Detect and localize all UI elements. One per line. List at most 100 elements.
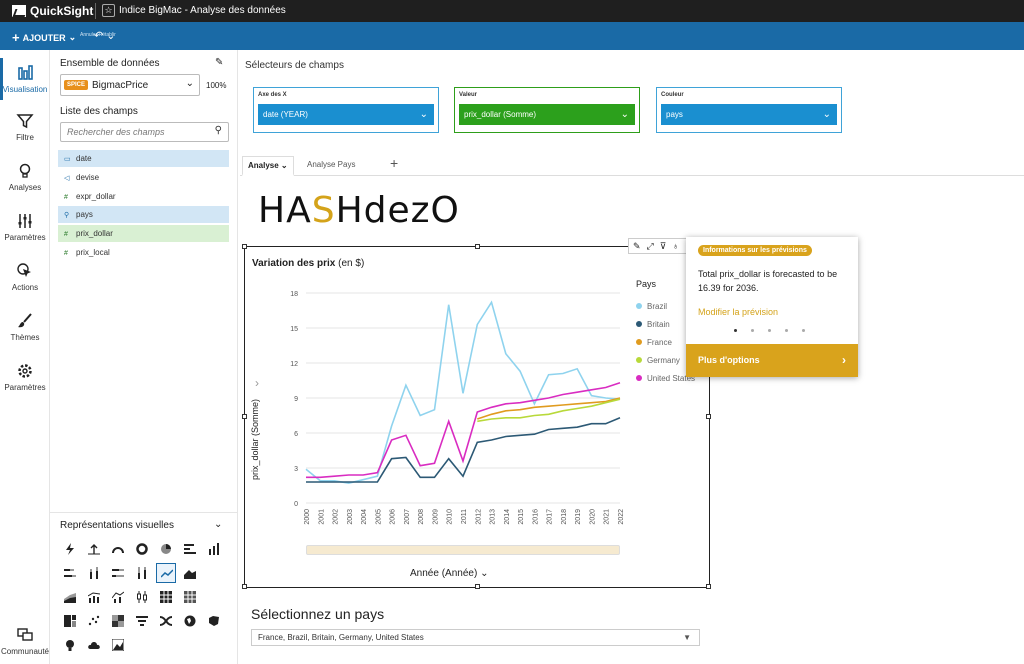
x-axis-field-select[interactable]: date (YEAR) ⌄ <box>258 104 434 125</box>
field-prix-local[interactable]: # prix_local <box>58 244 229 261</box>
filter-icon <box>16 112 34 130</box>
x-tick-label: 2000 <box>304 509 311 525</box>
x-tick-label: 2021 <box>604 509 611 525</box>
nav-parametres-2[interactable]: Paramètres <box>0 362 50 392</box>
hash-icon: # <box>64 231 68 238</box>
field-prix-dollar[interactable]: # prix_dollar <box>58 225 229 242</box>
dataset-select[interactable]: SPICE BigmacPrice ⌄ <box>60 74 200 96</box>
brand-text-end: HdezO <box>335 190 460 231</box>
page-dot[interactable] <box>751 329 754 332</box>
stacked-vbar-visual-icon[interactable] <box>84 563 104 583</box>
spice-badge: SPICE <box>64 80 89 90</box>
chevron-down-icon[interactable]: ⌄ <box>281 161 288 170</box>
filled-map-visual-icon[interactable] <box>204 611 224 631</box>
nav-themes[interactable]: Thèmes <box>0 312 50 342</box>
quicksight-logo-icon <box>12 5 26 17</box>
chevron-down-icon: ⌄ <box>822 109 831 120</box>
page-dot[interactable] <box>768 329 771 332</box>
field-pays[interactable]: ⚲ pays <box>58 206 229 223</box>
globe-map-visual-icon[interactable] <box>180 611 200 631</box>
series-line-britain <box>306 417 621 483</box>
word-cloud-visual-icon[interactable] <box>84 635 104 655</box>
stacked-100-hbar-visual-icon[interactable] <box>108 563 128 583</box>
chevron-right-icon[interactable]: › <box>255 376 259 390</box>
nav-communaute[interactable]: Communauté <box>0 626 50 656</box>
lightbulb-icon[interactable]: ♁ <box>672 241 679 251</box>
color-field-select[interactable]: pays ⌄ <box>661 104 837 125</box>
expand-icon[interactable]: ⤢ <box>647 241 654 252</box>
tab-analyse-pays[interactable]: Analyse Pays <box>302 156 360 173</box>
x-axis-field-value: date (YEAR) <box>263 110 308 119</box>
value-field-select[interactable]: prix_dollar (Somme) ⌄ <box>459 104 635 125</box>
more-options-button[interactable]: Plus d'options › <box>686 344 858 377</box>
kpi-visual-icon[interactable] <box>60 539 80 559</box>
custom-visual-icon[interactable] <box>108 635 128 655</box>
star-icon[interactable]: ☆ <box>102 4 115 17</box>
x-tick-label: 2016 <box>532 509 539 525</box>
country-filter-select[interactable]: France, Brazil, Britain, Germany, United… <box>251 629 700 646</box>
stacked-hbar-visual-icon[interactable] <box>60 563 80 583</box>
search-icon: ⚲ <box>214 125 222 136</box>
kpi-arrow-visual-icon[interactable] <box>84 539 104 559</box>
page-dot[interactable] <box>785 329 788 332</box>
nav-parametres[interactable]: Paramètres <box>0 212 50 242</box>
tab-analyse[interactable]: Analyse ⌄ <box>242 156 294 176</box>
pencil-icon[interactable]: ✎ <box>215 57 223 68</box>
field-expr-dollar[interactable]: # expr_dollar <box>58 188 229 205</box>
gauge-visual-icon[interactable] <box>108 539 128 559</box>
filter-icon[interactable]: ⊽ <box>660 241 667 252</box>
stacked-area-visual-icon[interactable] <box>60 587 80 607</box>
sankey-visual-icon[interactable] <box>156 611 176 631</box>
horizontal-bar-visual-icon[interactable] <box>180 539 200 559</box>
nav-label: Visualisation <box>2 85 48 94</box>
field-date[interactable]: ▭ date <box>58 150 229 167</box>
combo-line-visual-icon[interactable] <box>108 587 128 607</box>
value-well: Valeur prix_dollar (Somme) ⌄ <box>454 87 640 133</box>
caret-down-icon: ▼ <box>683 633 691 642</box>
brand-logo: HASHdezO <box>258 190 460 231</box>
legend-color-dot <box>636 321 642 327</box>
pivot-table-visual-icon[interactable] <box>156 587 176 607</box>
insight-visual-icon[interactable] <box>60 635 80 655</box>
x-tick-label: 2008 <box>418 509 425 525</box>
fields-title: Liste des champs <box>60 106 138 117</box>
area-chart-visual-icon[interactable] <box>180 563 200 583</box>
edit-icon[interactable]: ✎ <box>633 241 641 252</box>
nav-analyses[interactable]: Analyses <box>0 162 50 192</box>
sliders-icon <box>16 212 34 230</box>
quicksight-logo[interactable]: QuickSight <box>12 4 93 18</box>
edit-forecast-link[interactable]: Modifier la prévision <box>698 307 778 317</box>
boxplot-visual-icon[interactable] <box>132 587 152 607</box>
combo-chart-visual-icon[interactable] <box>84 587 104 607</box>
nav-visualisation[interactable]: Visualisation <box>0 58 50 100</box>
undo-redo-label: Annuler Rétablir <box>80 32 116 38</box>
chevron-down-icon[interactable]: ⌄ <box>214 519 222 530</box>
add-sheet-icon[interactable]: + <box>390 155 398 171</box>
funnel-visual-icon[interactable] <box>132 611 152 631</box>
pie-visual-icon[interactable] <box>156 539 176 559</box>
country-filter-value: France, Brazil, Britain, Germany, United… <box>258 633 424 642</box>
legend-color-dot <box>636 339 642 345</box>
field-devise[interactable]: ◁ devise <box>58 169 229 186</box>
nav-filtre[interactable]: Filtre <box>0 112 50 142</box>
calendar-icon: ▭ <box>64 156 71 163</box>
field-search-input[interactable]: Rechercher des champs ⚲ <box>60 122 229 142</box>
scatter-plot-visual-icon[interactable] <box>84 611 104 631</box>
x-tick-label: 2015 <box>518 509 525 525</box>
treemap-visual-icon[interactable] <box>60 611 80 631</box>
vertical-bar-visual-icon[interactable] <box>204 539 224 559</box>
range-slider[interactable] <box>306 545 620 555</box>
add-button[interactable]: + AJOUTER ⌄ <box>12 30 76 45</box>
stacked-100-vbar-visual-icon[interactable] <box>132 563 152 583</box>
heat-map-visual-icon[interactable] <box>108 611 128 631</box>
page-dot[interactable] <box>802 329 805 332</box>
forecast-insight-popover: Informations sur les prévisions Total pr… <box>686 237 858 377</box>
donut-visual-icon[interactable] <box>132 539 152 559</box>
document-title-text: Indice BigMac - Analyse des données <box>119 5 286 16</box>
table-visual-icon[interactable] <box>180 587 200 607</box>
page-dot[interactable] <box>734 329 737 332</box>
nav-actions[interactable]: Actions <box>0 262 50 292</box>
x-axis-label[interactable]: Année (Année) ⌄ <box>410 568 488 579</box>
line-chart-visual-icon[interactable] <box>156 563 176 583</box>
legend-label: France <box>647 337 672 347</box>
